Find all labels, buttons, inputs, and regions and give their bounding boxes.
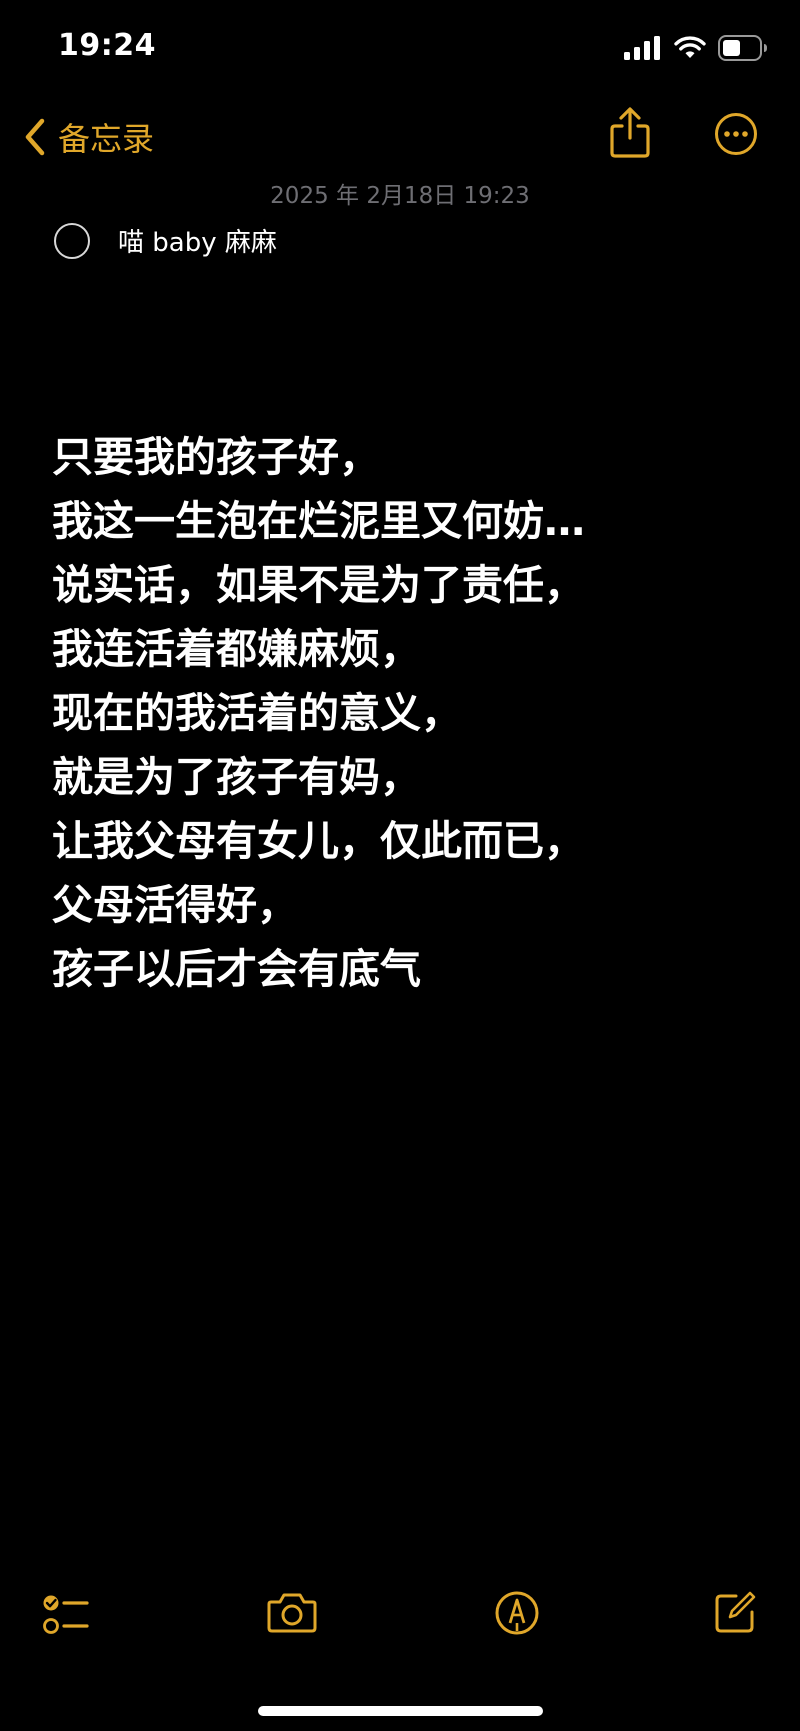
note-line: 我连活着都嫌麻烦， <box>52 625 421 673</box>
share-button[interactable] <box>608 106 652 164</box>
back-button[interactable]: 备忘录 <box>22 114 154 160</box>
camera-icon <box>267 1593 317 1633</box>
note-line: 只要我的孩子好， <box>52 433 380 481</box>
note-timestamp: 2025 年 2月18日 19:23 <box>270 183 530 209</box>
markup-icon <box>495 1591 539 1635</box>
status-time: 19:24 <box>58 28 156 63</box>
home-indicator[interactable] <box>258 1706 543 1716</box>
note-body[interactable]: 只要我的孩子好， 我这一生泡在烂泥里又何妨… 说实话，如果不是为了责任， 我连活… <box>52 425 780 1001</box>
checklist-button[interactable] <box>40 1590 90 1644</box>
more-button[interactable] <box>714 112 758 160</box>
chevron-left-icon <box>25 118 45 156</box>
compose-button[interactable] <box>712 1590 758 1640</box>
checklist-item-text[interactable]: 喵 baby 麻麻 <box>118 222 277 259</box>
note-line: 我这一生泡在烂泥里又何妨… <box>52 497 585 545</box>
share-icon <box>610 107 650 158</box>
nav-bar: 备忘录 <box>0 100 800 180</box>
note-line: 父母活得好， <box>52 881 298 929</box>
markup-button[interactable] <box>494 1590 540 1640</box>
note-line: 就是为了孩子有妈， <box>52 753 421 801</box>
battery-icon <box>718 35 767 61</box>
back-label: 备忘录 <box>58 120 155 158</box>
wifi-icon <box>674 36 706 58</box>
bottom-toolbar <box>0 1590 800 1660</box>
status-icons <box>624 34 768 62</box>
status-bar: 19:24 <box>0 0 800 100</box>
checklist-icon <box>43 1595 89 1634</box>
note-line: 孩子以后才会有底气 <box>52 945 421 993</box>
more-icon <box>715 113 757 155</box>
checklist-checkbox[interactable] <box>54 222 90 259</box>
note-line: 让我父母有女儿，仅此而已， <box>52 817 585 865</box>
note-line: 现在的我活着的意义， <box>52 689 462 737</box>
checklist-item: 喵 baby 麻麻 <box>54 222 277 259</box>
note-line: 说实话，如果不是为了责任， <box>52 561 585 609</box>
camera-button[interactable] <box>266 1590 318 1638</box>
compose-icon <box>715 1591 756 1633</box>
cellular-signal-icon <box>624 36 660 60</box>
